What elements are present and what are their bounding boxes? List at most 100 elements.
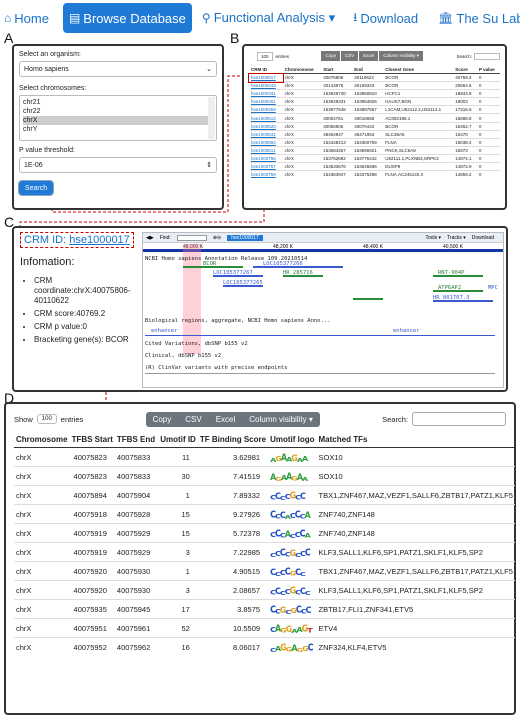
organism-select[interactable]: Homo sapiens ⌄: [19, 61, 217, 77]
column-header[interactable]: Matched TFs: [316, 432, 515, 448]
column-header[interactable]: Start: [321, 66, 353, 74]
excel-button[interactable]: Excel: [208, 411, 243, 427]
crm-id-link[interactable]: hse1000017: [69, 234, 130, 246]
table-row: chrX 40075823 40075833 11 3.62981 A G A A G A A SOX1…: [14, 447, 515, 467]
column-visibility-button[interactable]: Column visibility ▾: [242, 411, 320, 427]
motif-logo-cell: CCCCGCC: [268, 561, 317, 581]
table-row: hse1000541 chrX 48464947 48471953 SLC38A5 164…: [249, 129, 500, 139]
table-cell: 40002761: [321, 113, 353, 123]
column-visibility-button[interactable]: Column visibility ▾: [379, 51, 424, 61]
chromosome-option-selected[interactable]: chrX: [23, 116, 213, 125]
crm-id-link[interactable]: hse1000243: [249, 81, 283, 90]
column-header[interactable]: Chromosome: [14, 432, 70, 448]
csv-button[interactable]: CSV: [178, 411, 209, 427]
copy-button[interactable]: Copy: [145, 411, 179, 427]
crm-id-link[interactable]: hse1000594: [249, 137, 283, 147]
matched-tfs-cell: ETV4: [316, 618, 515, 638]
table-cell: 40070442: [352, 121, 384, 131]
table-cell: 18003: [453, 97, 477, 106]
scale-label: 40,500 K: [443, 244, 464, 250]
organism-label: Select an organism:: [19, 51, 81, 58]
table-cell: 153877648: [321, 105, 353, 114]
track-line: [145, 335, 495, 336]
zoom-icon[interactable]: ⊕⊖: [213, 235, 221, 241]
search-button[interactable]: Search: [18, 180, 54, 196]
table-cell: 153684257: [321, 145, 353, 155]
crm-id-link[interactable]: hse1000331: [249, 89, 283, 98]
csv-button[interactable]: CSV: [340, 51, 359, 61]
crm-id-heading: CRM ID: hse1000017: [20, 232, 134, 248]
matched-tfs-cell: KLF3,SALL1,KLF6,SP1,PATZ1,SKLF1,KLF5,SP2: [316, 580, 515, 600]
column-header[interactable]: TFBS End: [114, 432, 159, 448]
crm-id-link[interactable]: hse1000611: [249, 145, 283, 155]
entries-select[interactable]: 100: [257, 51, 273, 61]
column-header[interactable]: Chromosome: [282, 66, 322, 74]
column-header[interactable]: P value: [476, 66, 500, 74]
table-cell: chrX: [14, 637, 70, 657]
motif-logo-cell: CAGGAAGT: [268, 618, 317, 638]
matched-tfs-cell: KLF3,SALL1,KLF6,SP1,PATZ1,SKLF1,KLF5,SP2: [316, 542, 515, 562]
column-header[interactable]: Score: [453, 66, 477, 74]
table-cell: 40075928: [114, 504, 159, 524]
motif-logo: CCCACCCA: [270, 528, 311, 539]
column-header[interactable]: Umotif ID: [158, 432, 198, 448]
table-cell: chrX: [282, 97, 322, 106]
crm-id-link[interactable]: hse1000767: [249, 162, 283, 171]
table-row: hse1000520 chrX 40056806 40070442 BCOR 16452.…: [249, 121, 500, 131]
table-row: hse1000767 chrX 153633676 153645596 DUSP9 148…: [249, 162, 500, 171]
download-link[interactable]: Download: [472, 235, 494, 241]
table-cell: chrX: [282, 170, 322, 179]
table-cell: SLC38A5: [383, 129, 454, 139]
search-input[interactable]: [474, 52, 500, 60]
chromosome-option[interactable]: chr21: [23, 98, 213, 107]
crm-id-link[interactable]: hse1000459: [249, 105, 283, 114]
table-cell: 40159333: [352, 81, 384, 90]
matched-tfs-cell: TBX1,ZNF467,MAZ,VEZF1,SALLF6,ZBTB17,PATZ…: [316, 485, 515, 505]
motif-logo-cell: CCCCGCCC: [268, 542, 317, 562]
list-scrollbar[interactable]: [208, 97, 215, 139]
column-header[interactable]: TF Binding Score: [197, 432, 269, 448]
table-cell: 3: [158, 542, 198, 562]
organism-value: Homo sapiens: [24, 65, 69, 73]
table-cell: chrX: [282, 89, 322, 98]
crm-id-link[interactable]: hse1000401: [249, 97, 283, 106]
chromosome-option[interactable]: chrY: [23, 125, 213, 134]
locus-box[interactable]: hse1000017: [227, 234, 263, 241]
table-cell: BCOR: [383, 72, 454, 82]
info-score: CRM score:40769.2: [34, 309, 138, 319]
chromosome-list[interactable]: chr21 chr22 chrX chrY: [19, 95, 217, 141]
crm-id-link[interactable]: hse1000541: [249, 129, 283, 139]
pvalue-value: 1E-06: [24, 161, 43, 169]
column-header[interactable]: Umotif logo: [268, 432, 317, 448]
excel-button[interactable]: Excel: [359, 51, 379, 61]
table-cell: FLNA: [383, 137, 454, 147]
table-row: chrX 40075918 40075928 15 9.27926 C C C A C C C A ZNF…: [14, 504, 515, 524]
crm-id-link[interactable]: hse1000017: [248, 72, 284, 83]
copy-button[interactable]: Copy: [321, 51, 340, 61]
tools-menu[interactable]: Tools ▾: [425, 235, 441, 241]
search-label: Search:: [382, 414, 408, 424]
crm-id-link[interactable]: hse1000512: [249, 113, 283, 123]
crm-id-link[interactable]: hse1000520: [249, 121, 283, 131]
chromosome-option[interactable]: chr22: [23, 107, 213, 116]
column-header[interactable]: End: [352, 66, 384, 74]
tracks-menu[interactable]: Tracks ▾: [447, 235, 466, 241]
crm-id-link[interactable]: hse1000766: [249, 153, 283, 163]
entries-select[interactable]: 100: [36, 414, 57, 424]
track-label: Cited Variations, dbSNP b155 v2: [145, 341, 248, 347]
table-cell: chrX: [282, 113, 322, 123]
crm-id-link[interactable]: hse1000769: [249, 170, 283, 179]
search-input[interactable]: [411, 412, 506, 426]
column-header[interactable]: Closest Gene: [383, 66, 454, 74]
table-row: hse1000459 chrX 153877648 153887667 L1CAM,U5…: [249, 105, 500, 114]
table-cell: 40075904: [114, 485, 159, 505]
find-input[interactable]: [176, 234, 207, 241]
nav-arrows-icon[interactable]: ◀▶: [146, 235, 154, 241]
pvalue-select[interactable]: 1E-06 ⇕: [19, 157, 217, 173]
matched-tfs-cell: TBX1,ZNF467,MAZ,VEZF1,SALLF6,ZBTB17,PATZ…: [316, 561, 515, 581]
table-cell: 40143976: [321, 81, 353, 90]
genome-browser[interactable]: ◀▶ Find: ⊕⊖ hse1000017 Tools ▾ Tracks ▾ …: [142, 232, 504, 388]
column-header[interactable]: TFBS Start: [69, 432, 115, 448]
table-cell: 0: [476, 113, 500, 123]
column-header[interactable]: CRM ID: [249, 66, 283, 74]
